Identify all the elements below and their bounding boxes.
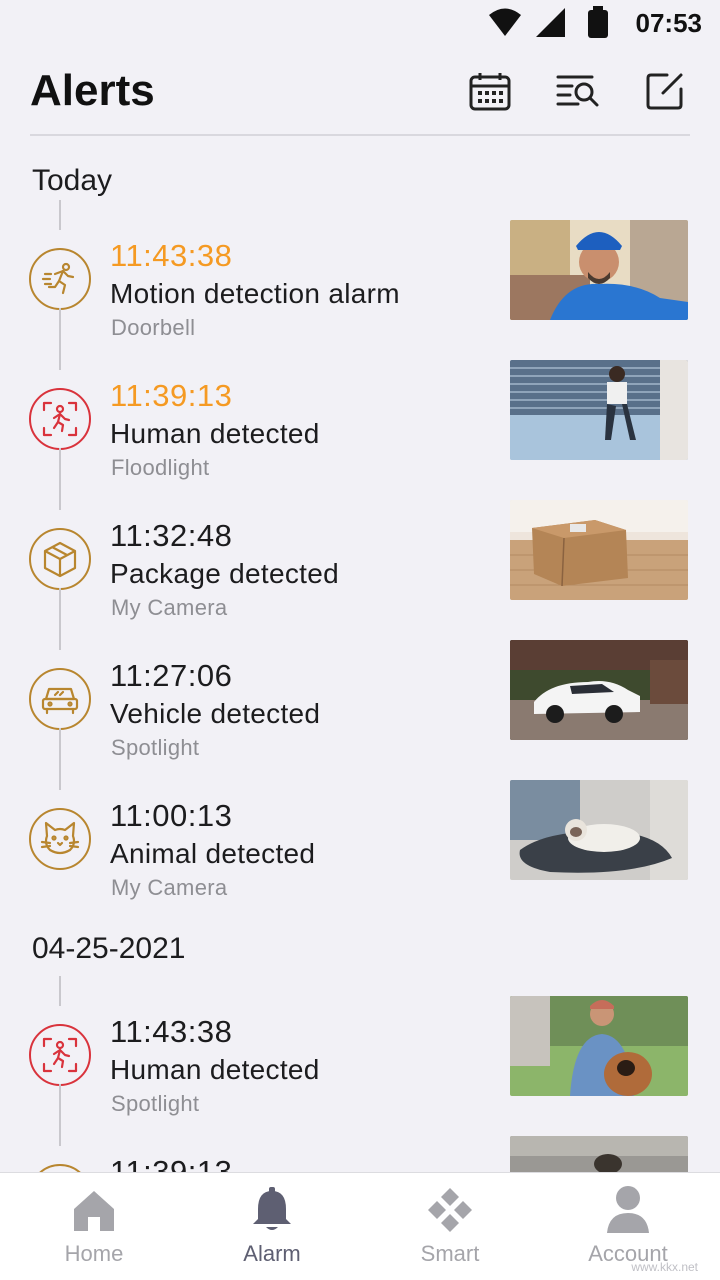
alert-event-type: Animal detected	[110, 838, 316, 869]
smart-icon	[360, 1185, 540, 1235]
alert-device-name: Spotlight	[111, 1091, 200, 1116]
edit-button[interactable]	[642, 70, 688, 116]
calendar-button[interactable]	[467, 70, 513, 116]
animal-cat-icon	[29, 808, 91, 870]
section-header: Today	[32, 164, 113, 197]
alert-thumbnail[interactable]	[510, 640, 688, 740]
tab-home[interactable]: Home	[4, 1173, 184, 1280]
alert-event-type: Human detected	[110, 418, 320, 449]
alerts-list[interactable]: Today 11:43:38 Motion detection alarm Do…	[0, 136, 720, 1172]
timeline-line	[59, 728, 61, 790]
tab-alarm[interactable]: Alarm	[182, 1173, 362, 1280]
calendar-icon	[469, 71, 511, 116]
timeline-line	[59, 588, 61, 650]
timeline-line	[59, 976, 61, 1006]
alert-item[interactable]: 11:43:38 Human detected Spotlight	[0, 996, 720, 1124]
alert-thumbnail[interactable]	[510, 780, 688, 880]
alert-thumbnail[interactable]	[510, 500, 688, 600]
motion-run-icon	[29, 248, 91, 310]
cell-signal-icon	[534, 6, 566, 43]
alert-item[interactable]: 11:32:48 Package detected My Camera	[0, 500, 720, 628]
tab-smart[interactable]: Smart	[360, 1173, 540, 1280]
alert-time: 11:39:13	[110, 378, 233, 413]
bell-icon	[182, 1185, 362, 1235]
alert-item[interactable]: 11:27:06 Vehicle detected Spotlight	[0, 640, 720, 768]
tab-label: Smart	[420, 1241, 480, 1266]
header: Alerts	[30, 60, 690, 136]
battery-icon	[586, 6, 610, 45]
alert-event-type: Package detected	[110, 558, 339, 589]
alert-time: 11:39:13	[110, 1154, 233, 1172]
motion-run-icon	[29, 1164, 91, 1172]
alert-device-name: Floodlight	[111, 455, 210, 480]
bottom-tab-bar: Home Alarm Smart Account www.kkx.net	[0, 1172, 720, 1280]
alert-item[interactable]: 11:39:13	[0, 1136, 720, 1172]
timeline-line	[59, 448, 61, 510]
alert-time: 11:27:06	[110, 658, 233, 693]
alert-item[interactable]: 11:43:38 Motion detection alarm Doorbell	[0, 220, 720, 348]
page-title: Alerts	[30, 66, 155, 115]
home-icon	[4, 1185, 184, 1235]
alert-device-name: Spotlight	[111, 735, 200, 760]
alert-item[interactable]: 11:39:13 Human detected Floodlight	[0, 360, 720, 488]
timeline-line	[59, 308, 61, 370]
human-detect-icon	[29, 1024, 91, 1086]
alert-thumbnail[interactable]	[510, 996, 688, 1096]
vehicle-icon	[29, 668, 91, 730]
alert-thumbnail[interactable]	[510, 220, 688, 320]
alert-event-type: Motion detection alarm	[110, 278, 400, 309]
timeline-line	[59, 200, 61, 230]
alert-event-type: Human detected	[110, 1054, 320, 1085]
package-icon	[29, 528, 91, 590]
section-header: 04-25-2021	[32, 932, 186, 965]
status-time: 07:53	[635, 8, 703, 38]
alert-event-type: Vehicle detected	[110, 698, 321, 729]
alert-item[interactable]: 11:00:13 Animal detected My Camera	[0, 780, 720, 908]
alert-thumbnail[interactable]	[510, 360, 688, 460]
alert-device-name: My Camera	[111, 595, 228, 620]
alert-thumbnail[interactable]	[510, 1136, 688, 1172]
alert-time: 11:00:13	[110, 798, 233, 833]
alert-device-name: My Camera	[111, 875, 228, 900]
alert-time: 11:32:48	[110, 518, 233, 553]
human-detect-icon	[29, 388, 91, 450]
alert-time: 11:43:38	[110, 1014, 233, 1049]
wifi-icon	[488, 6, 522, 43]
alert-time: 11:43:38	[110, 238, 233, 273]
edit-icon	[645, 71, 685, 116]
tab-label: Home	[64, 1241, 124, 1266]
tab-label: Alarm	[243, 1241, 301, 1266]
watermark-text: www.kkx.net	[631, 1260, 698, 1274]
timeline-line	[59, 1084, 61, 1146]
search-list-icon	[556, 73, 600, 114]
search-filter-button[interactable]	[555, 70, 601, 116]
alert-device-name: Doorbell	[111, 315, 196, 340]
account-icon	[538, 1185, 718, 1235]
status-bar: 07:53	[0, 0, 720, 48]
